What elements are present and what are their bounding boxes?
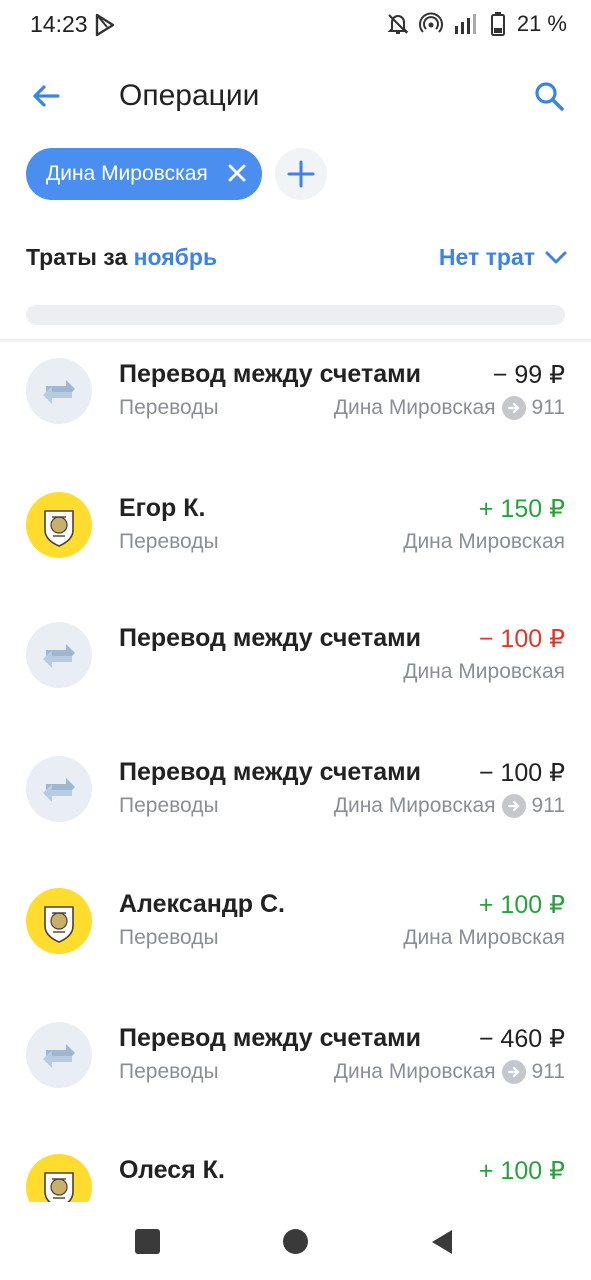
transaction-category: Переводы	[119, 396, 219, 419]
transfer-icon	[26, 622, 92, 688]
close-icon[interactable]	[226, 162, 248, 184]
transaction-list[interactable]: Перевод между счетами − 99 ₽ Переводы Дина …	[0, 344, 591, 1202]
transaction-row[interactable]: Перевод между счетами − 99 ₽ Переводы Дина …	[0, 344, 591, 464]
status-time: 14:23	[30, 11, 88, 37]
transfer-icon	[26, 1022, 92, 1088]
spending-status: Нет трат	[438, 244, 535, 270]
account-suffix: 911	[531, 1060, 565, 1083]
account-filter-chip[interactable]: Дина Мировская	[26, 148, 262, 200]
transaction-row[interactable]: Перевод между счетами − 460 ₽ Переводы Дина…	[0, 1008, 591, 1128]
transaction-account: Дина Мировская	[403, 530, 565, 554]
transaction-category: Переводы	[119, 1060, 219, 1083]
signal-icon	[454, 14, 476, 34]
plus-icon	[287, 160, 315, 188]
transfer-icon	[26, 756, 92, 822]
page-title: Операции	[119, 79, 260, 112]
bell-off-icon	[387, 14, 409, 34]
app-header: Операции	[0, 62, 591, 132]
arrow-right-circle-icon	[501, 1060, 526, 1084]
transaction-account: Дина Мировская	[403, 926, 565, 950]
circle-icon[interactable]	[283, 1229, 308, 1254]
search-icon[interactable]	[531, 78, 567, 114]
transaction-title: Егор К.	[119, 494, 206, 522]
transaction-title: Александр С.	[119, 890, 285, 918]
account-name: Дина Мировская	[333, 794, 496, 817]
bank-logo-icon	[26, 888, 92, 954]
chip-label: Дина Мировская	[46, 162, 208, 185]
transaction-amount: + 100 ₽	[478, 891, 565, 919]
arrow-right-circle-icon	[501, 794, 526, 818]
transaction-title: Перевод между счетами	[119, 624, 422, 652]
account-suffix: 911	[531, 794, 565, 817]
battery-percent: 21 %	[516, 11, 567, 36]
transaction-amount: + 150 ₽	[478, 495, 565, 523]
triangle-back-icon[interactable]	[430, 1228, 454, 1256]
spending-status-dropdown[interactable]: Нет трат	[439, 244, 567, 271]
add-filter-button[interactable]	[275, 148, 327, 200]
transaction-title: Перевод между счетами	[119, 1024, 422, 1052]
transaction-category: Переводы	[119, 794, 219, 817]
transaction-amount: − 99 ₽	[492, 361, 565, 389]
transaction-account: Дина Мировская 911	[334, 1060, 565, 1084]
transaction-amount: − 100 ₽	[478, 759, 565, 787]
account-suffix: 911	[531, 396, 565, 419]
hotspot-icon	[418, 12, 443, 33]
transaction-title: Перевод между счетами	[119, 758, 422, 786]
bank-logo-icon	[26, 1154, 92, 1202]
transaction-account: Дина Мировская	[403, 660, 565, 684]
status-bar: 14:23 21 %	[0, 0, 591, 54]
account-name: Дина Мировская	[333, 1060, 496, 1083]
month-selector[interactable]: ноябрь	[134, 244, 217, 270]
transaction-account: Дина Мировская 911	[334, 396, 565, 420]
arrow-left-icon[interactable]	[28, 78, 64, 114]
spending-prefix: Траты за	[26, 244, 128, 270]
transfer-icon	[26, 358, 92, 424]
system-nav-bar	[0, 1202, 591, 1280]
chevron-down-icon	[545, 251, 567, 263]
status-icons: 21 %	[387, 11, 567, 37]
transaction-row[interactable]: Перевод между счетами − 100 ₽ Дина Мировск…	[0, 608, 591, 728]
spending-progress-bar	[26, 305, 565, 325]
transaction-row[interactable]: Егор К. + 150 ₽ Переводы Дина Мировская	[0, 478, 591, 598]
account-name: Дина Мировская	[403, 926, 565, 949]
transaction-account: Дина Мировская 911	[334, 794, 565, 818]
transaction-amount: − 100 ₽	[478, 625, 565, 653]
transaction-title: Перевод между счетами	[119, 360, 422, 388]
account-name: Дина Мировская	[403, 530, 565, 553]
transaction-category: Переводы	[119, 926, 219, 949]
transaction-title: Олеся К.	[119, 1156, 225, 1184]
battery-icon	[490, 12, 505, 36]
bank-logo-icon	[26, 492, 92, 558]
transaction-row[interactable]: Олеся К. + 100 ₽	[0, 1140, 591, 1202]
transaction-amount: − 460 ₽	[478, 1025, 565, 1053]
arrow-right-circle-icon	[501, 396, 526, 420]
transaction-category: Переводы	[119, 530, 219, 553]
transaction-amount: + 100 ₽	[478, 1157, 565, 1185]
play-store-icon	[95, 13, 115, 37]
transaction-row[interactable]: Александр С. + 100 ₽ Переводы Дина Мировска…	[0, 874, 591, 994]
transaction-row[interactable]: Перевод между счетами − 100 ₽ Переводы Дина…	[0, 742, 591, 862]
account-name: Дина Мировская	[403, 660, 565, 683]
spending-period: Траты за ноябрь	[26, 244, 217, 271]
account-name: Дина Мировская	[333, 396, 496, 419]
square-icon[interactable]	[135, 1229, 160, 1254]
